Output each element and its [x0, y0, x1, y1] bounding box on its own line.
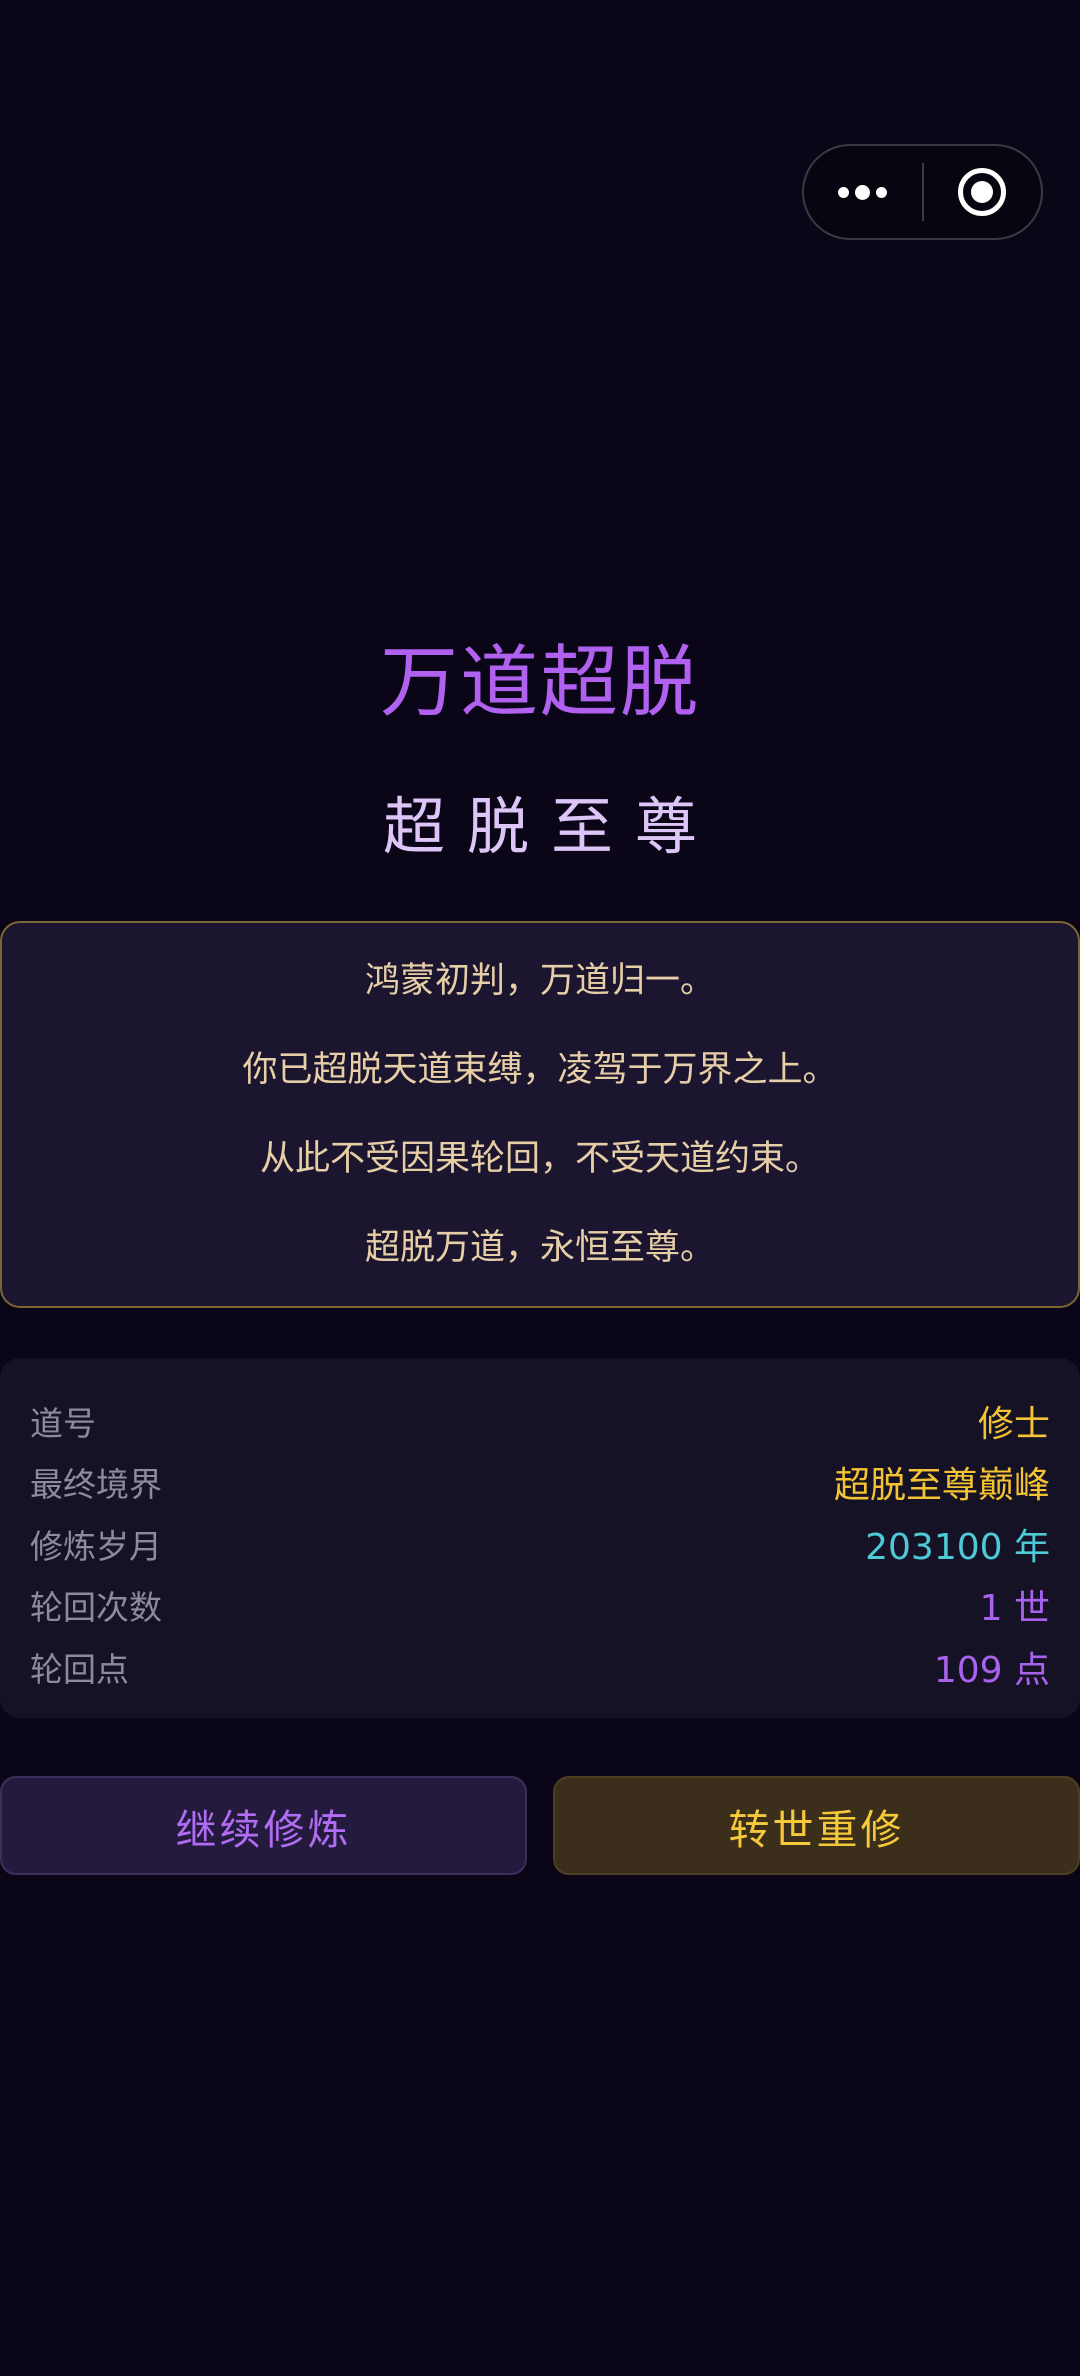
stat-label: 最终境界 — [30, 1465, 162, 1505]
stat-label: 道号 — [30, 1403, 96, 1443]
rebirth-button[interactable]: 转世重修 — [553, 1776, 1080, 1875]
poem-line: 从此不受因果轮回，不受天道约束。 — [259, 1138, 820, 1179]
stat-value: 超脱至尊巅峰 — [833, 1465, 1050, 1507]
page-subtitle: 超脱至尊 — [382, 790, 719, 863]
continue-cultivation-button[interactable]: 继续修炼 — [0, 1776, 527, 1875]
stat-value: 1 世 — [979, 1588, 1050, 1630]
more-dots-icon — [838, 184, 888, 200]
stat-row-points: 轮回点 109 点 — [30, 1636, 1050, 1698]
poem-line: 你已超脱天道束缚，凌驾于万界之上。 — [242, 1049, 838, 1090]
stat-label: 轮回点 — [30, 1649, 129, 1689]
poem-line: 超脱万道，永恒至尊。 — [364, 1227, 715, 1268]
stat-value: 修士 — [977, 1403, 1050, 1445]
page: 万道超脱 超脱至尊 鸿蒙初判，万道归一。 你已超脱天道束缚，凌驾于万界之上。 从… — [0, 0, 1080, 2376]
stat-value: 203100 年 — [865, 1526, 1050, 1568]
poem-line: 鸿蒙初判，万道归一。 — [364, 960, 715, 1001]
stat-row-dao-name: 道号 修士 — [30, 1390, 1050, 1452]
poem-panel: 鸿蒙初判，万道归一。 你已超脱天道束缚，凌驾于万界之上。 从此不受因果轮回，不受… — [0, 921, 1080, 1308]
stat-label: 轮回次数 — [30, 1588, 162, 1628]
stat-row-final-realm: 最终境界 超脱至尊巅峰 — [30, 1452, 1050, 1514]
more-button[interactable] — [804, 146, 922, 238]
action-buttons: 继续修炼 转世重修 — [0, 1776, 1080, 1875]
mini-program-capsule — [802, 144, 1043, 240]
stats-panel: 道号 修士 最终境界 超脱至尊巅峰 修炼岁月 203100 年 轮回次数 1 世… — [0, 1358, 1080, 1718]
page-title: 万道超脱 — [379, 638, 700, 728]
stat-row-years: 修炼岁月 203100 年 — [30, 1513, 1050, 1575]
target-circle-icon — [958, 168, 1007, 216]
stat-value: 109 点 — [933, 1649, 1050, 1691]
stat-row-reincarnations: 轮回次数 1 世 — [30, 1575, 1050, 1637]
close-button[interactable] — [924, 146, 1042, 238]
stat-label: 修炼岁月 — [30, 1526, 162, 1566]
